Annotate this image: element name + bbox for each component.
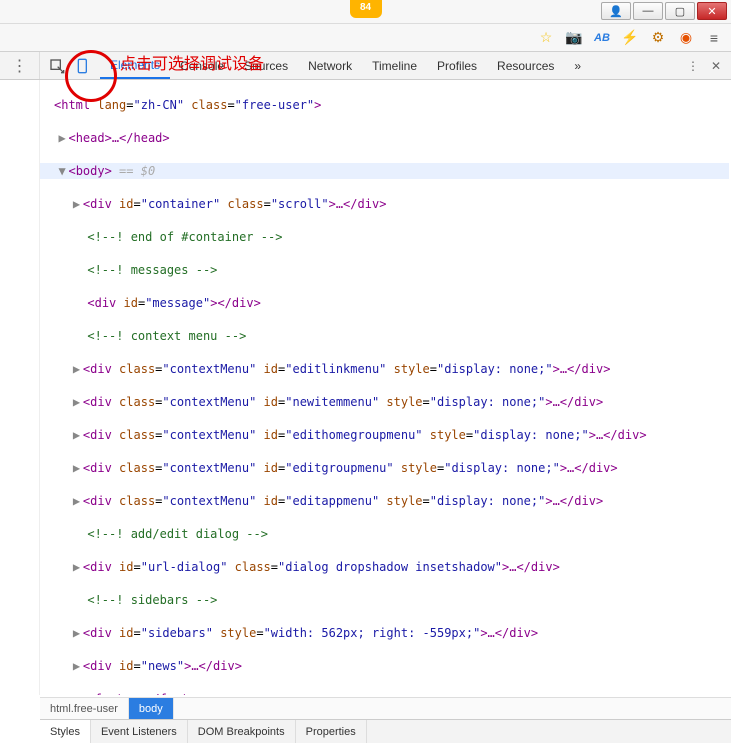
tab-dom-breakpoints[interactable]: DOM Breakpoints [188,720,296,743]
tab-timeline[interactable]: Timeline [362,52,427,79]
tab-styles[interactable]: Styles [40,720,91,743]
devtools-left-gutter: ⋮ [0,52,40,79]
selected-node[interactable]: ▼<body> == $0 [40,163,729,180]
ab-extension-icon[interactable]: AB [593,29,611,47]
browser-toolbar: ☆ 📷 AB ⚡ ⚙ ◉ ≡ [0,24,731,52]
user-menu-button[interactable]: 👤 [601,2,631,20]
gear-icon[interactable]: ⚙ [649,29,667,47]
breadcrumb: html.free-user body [40,697,731,719]
tab-profiles[interactable]: Profiles [427,52,487,79]
breadcrumb-body[interactable]: body [129,698,174,719]
swirl-icon[interactable]: ◉ [677,29,695,47]
tab-network[interactable]: Network [298,52,362,79]
maximize-button[interactable]: ▢ [665,2,695,20]
window-controls: 👤 — ▢ ✕ [601,2,727,20]
annotation-text: 点击可选择调试设备 [120,50,264,74]
breadcrumb-html[interactable]: html.free-user [40,698,129,719]
devtools-tabbar: ⋮ Elements Console Sources Network Timel… [0,52,731,80]
close-window-button[interactable]: ✕ [697,2,727,20]
tab-event-listeners[interactable]: Event Listeners [91,720,188,743]
tab-properties[interactable]: Properties [296,720,367,743]
inspect-element-icon[interactable] [48,57,66,75]
device-toggle-icon[interactable] [74,57,92,75]
tab-resources[interactable]: Resources [487,52,564,79]
code-gutter [0,80,40,695]
bolt-icon[interactable]: ⚡ [621,29,639,47]
camera-icon[interactable]: 📷 [565,29,583,47]
styles-pane-tabs: Styles Event Listeners DOM Breakpoints P… [40,719,731,743]
bookmark-star-icon[interactable]: ☆ [537,29,555,47]
devtools-more-icon[interactable]: ⋮ [687,59,699,73]
window-titlebar: 84 👤 — ▢ ✕ [0,0,731,24]
more-vertical-icon[interactable]: ⋮ [12,56,28,76]
tab-overflow[interactable]: » [564,52,591,79]
dom-tree[interactable]: <html lang="zh-CN" class="free-user"> ▶<… [40,80,729,695]
hamburger-menu-icon[interactable]: ≡ [705,29,723,47]
minimize-button[interactable]: — [633,2,663,20]
notification-badge: 84 [350,0,382,18]
devtools-close-icon[interactable]: ✕ [711,59,721,73]
